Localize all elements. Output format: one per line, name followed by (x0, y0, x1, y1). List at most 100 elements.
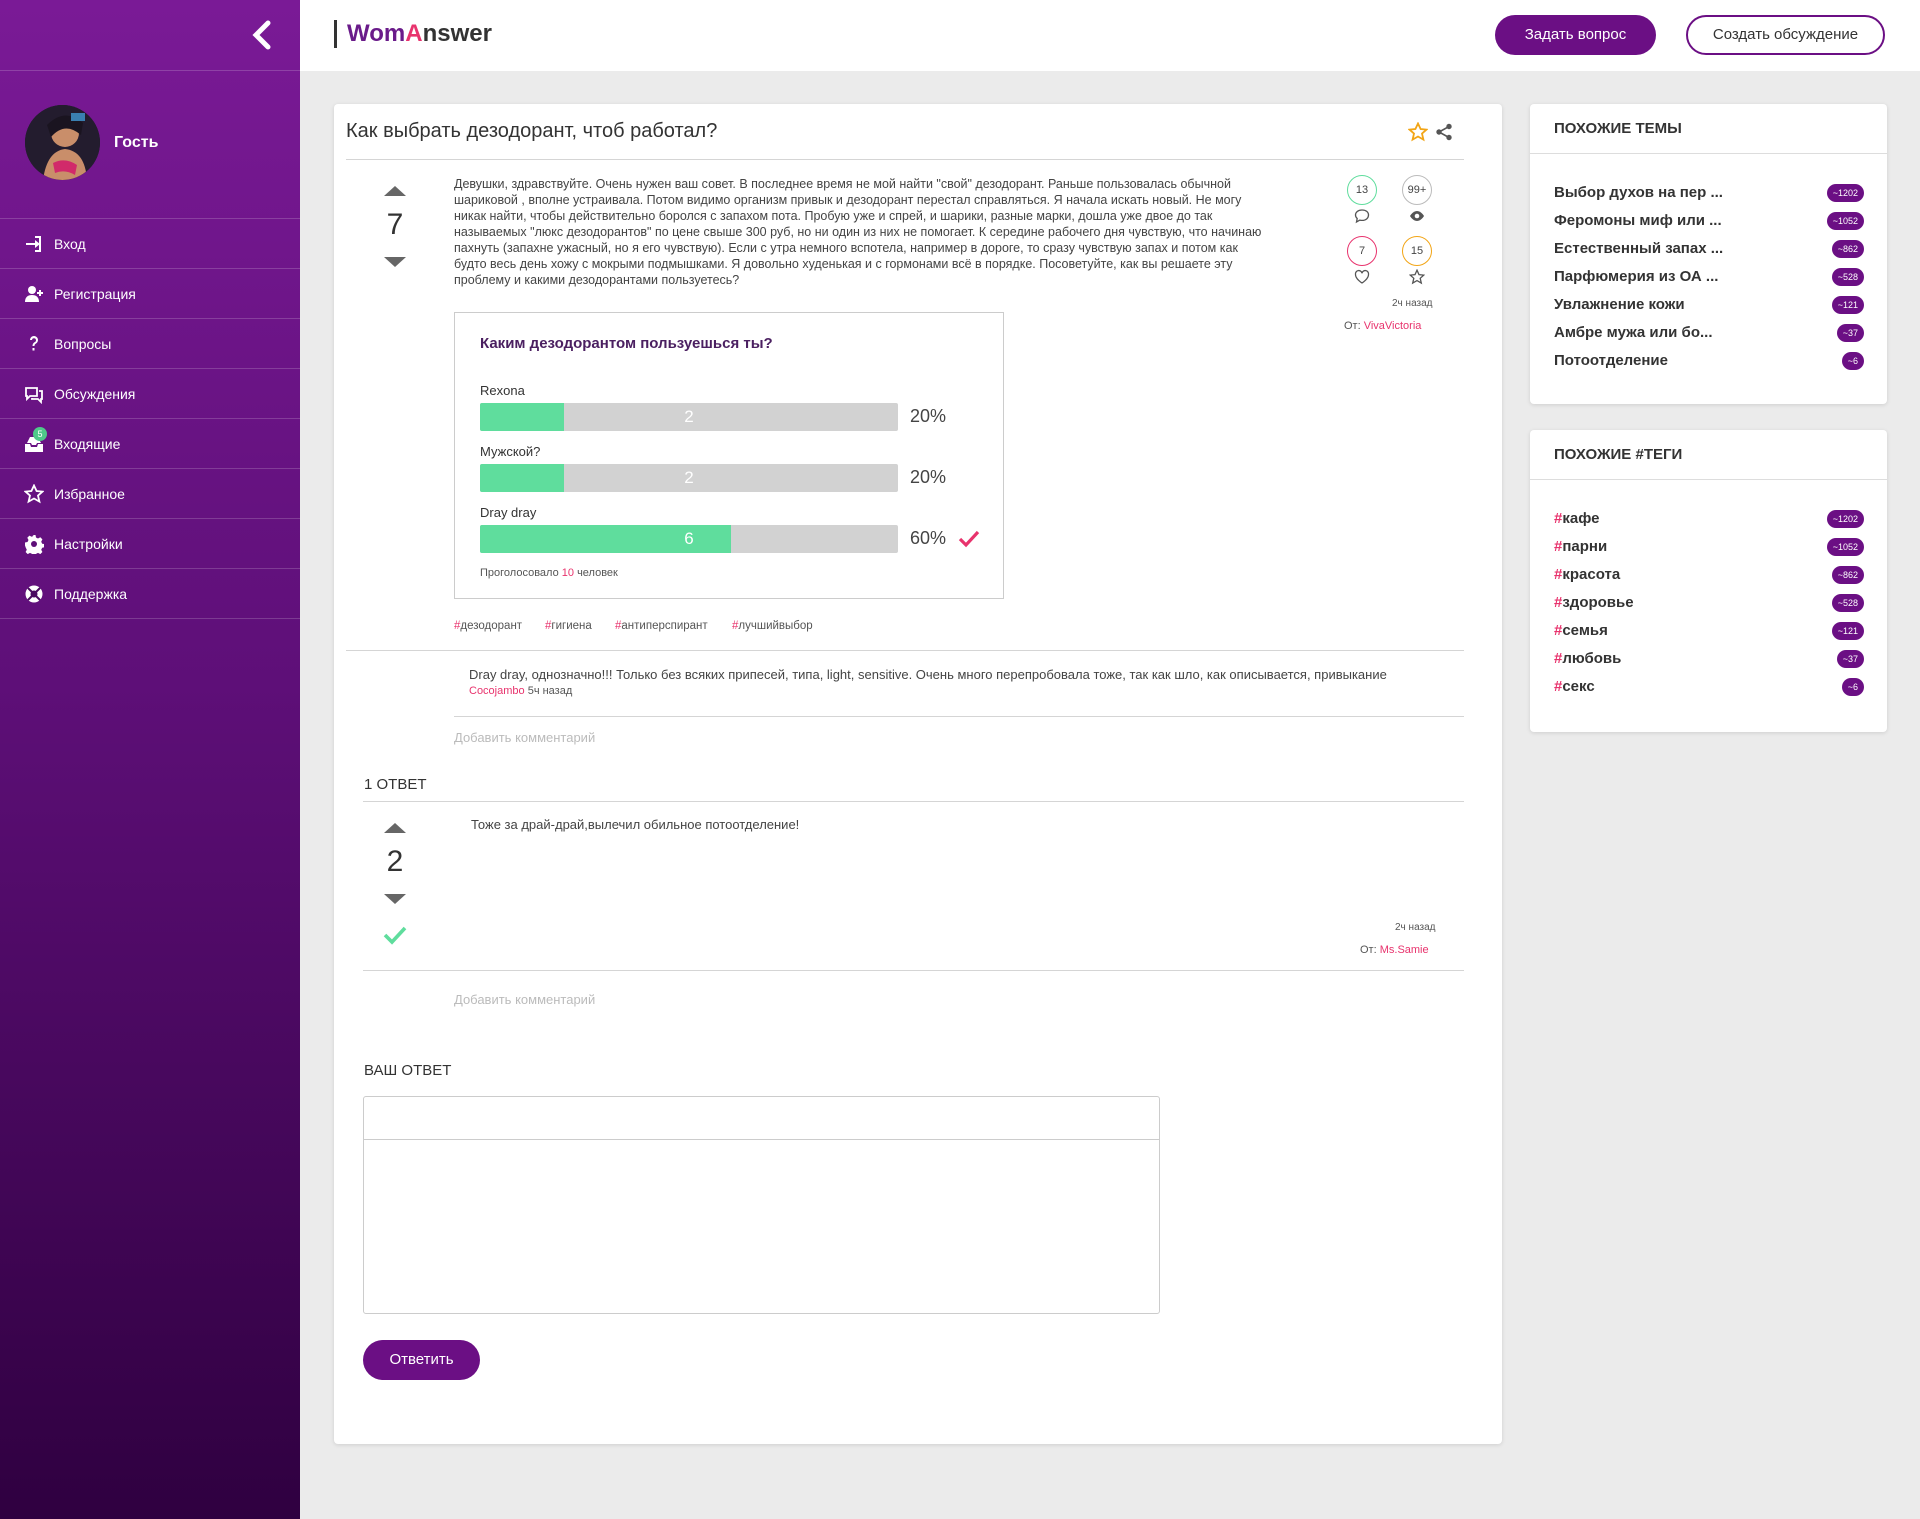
panel-title: ПОХОЖИЕ ТЕМЫ (1530, 104, 1887, 154)
sidebar-item-register[interactable]: Регистрация (0, 269, 300, 319)
similar-topic-item[interactable]: Увлажнение кожи ~121 (1554, 294, 1864, 316)
poll-option-label: Мужской? (480, 444, 541, 459)
comment-icon[interactable] (1354, 208, 1370, 224)
similar-tag-item[interactable]: #кафе ~1202 (1554, 508, 1864, 530)
similar-topic-item[interactable]: Потоотделение ~6 (1554, 350, 1864, 372)
topic-count: ~1052 (1826, 212, 1864, 230)
tag-label: антиперспирант (621, 620, 708, 632)
question-author[interactable]: VivaVictoria (1364, 320, 1422, 332)
title-divider (346, 159, 1464, 160)
sidebar-item-settings[interactable]: Настройки (0, 519, 300, 569)
poll-option-percent: 20% (910, 406, 947, 426)
similar-topics-panel: ПОХОЖИЕ ТЕМЫ Выбор духов на пер ... ~1202… (1530, 104, 1887, 404)
comment-author[interactable]: Cocojambo (469, 685, 525, 697)
similar-topic-item[interactable]: Парфюмерия из ОА ... ~528 (1554, 266, 1864, 288)
similar-topic-item[interactable]: Феромоны миф или ... ~1052 (1554, 210, 1864, 232)
author-prefix: От: (1360, 944, 1377, 956)
similar-tag-item[interactable]: #парни ~1052 (1554, 536, 1864, 558)
question-tag[interactable]: #гигиена (545, 620, 592, 632)
question-time: 2ч назад (1392, 298, 1433, 309)
accepted-check-icon (383, 926, 407, 945)
comments-icon (25, 386, 43, 404)
downvote-button[interactable] (384, 257, 406, 267)
upvote-button[interactable] (384, 186, 406, 196)
sidebar-item-discussions[interactable]: Обсуждения (0, 369, 300, 419)
similar-tag-item[interactable]: #семья ~121 (1554, 620, 1864, 642)
question-tag[interactable]: #дезодорант (454, 620, 522, 632)
similar-tags-panel: ПОХОЖИЕ #ТЕГИ #кафе ~1202 #парни ~1052 #кр… (1530, 430, 1887, 732)
profile: Гость (0, 71, 300, 219)
sidebar-item-label: Настройки (54, 535, 123, 552)
sidebar-item-support[interactable]: Поддержка (0, 569, 300, 619)
sidebar-item-label: Обсуждения (54, 385, 136, 402)
panel-title: ПОХОЖИЕ #ТЕГИ (1530, 430, 1887, 480)
answer-text: Тоже за драй-драй,вылечил обильное потоо… (471, 817, 800, 832)
answer-textarea[interactable] (364, 1140, 1159, 1314)
answer-downvote-button[interactable] (384, 894, 406, 904)
sidebar-item-label: Избранное (54, 485, 125, 502)
author-prefix: От: (1344, 320, 1361, 332)
poll-option-bar[interactable]: 6 (480, 525, 898, 553)
answer-upvote-button[interactable] (384, 823, 406, 833)
star-outline-icon[interactable] (1408, 122, 1428, 142)
sidebar: Гость Вход Регистрация Вопросы Обсуждени… (0, 0, 300, 1519)
poll-footer-prefix: Проголосовало (480, 567, 559, 579)
chevron-left-icon[interactable] (248, 20, 278, 50)
divider (454, 716, 1464, 717)
topic-count: ~121 (1831, 296, 1864, 314)
tag-count: ~862 (1831, 566, 1864, 584)
avatar[interactable] (25, 105, 100, 180)
views-count: 99+ (1402, 175, 1432, 205)
poll-option-votes: 2 (684, 468, 694, 487)
tag-label: парни (1562, 538, 1608, 555)
similar-topic-item[interactable]: Выбор духов на пер ... ~1202 (1554, 182, 1864, 204)
sidebar-item-label: Поддержка (54, 585, 128, 602)
question-body: Девушки, здравствуйте. Очень нужен ваш с… (454, 177, 1262, 287)
tag-label: семья (1562, 622, 1608, 639)
sidebar-item-login[interactable]: Вход (0, 219, 300, 269)
poll-footer-suffix: человек (577, 567, 618, 579)
login-icon (26, 235, 41, 252)
answer-editor[interactable] (363, 1096, 1160, 1314)
similar-topic-item[interactable]: Естественный запах ... ~862 (1554, 238, 1864, 260)
answer-author[interactable]: Ms.Samie (1380, 944, 1429, 956)
add-comment-link[interactable]: Добавить комментарий (454, 992, 595, 1007)
logo-part: A (405, 20, 423, 47)
editor-toolbar[interactable] (364, 1097, 1159, 1140)
heart-icon[interactable] (1354, 269, 1370, 285)
logo[interactable]: WomAnswer (334, 20, 492, 48)
question-card: Как выбрать дезодорант, чтоб работал? 7 … (334, 104, 1502, 1444)
check-icon (958, 530, 980, 548)
similar-tag-item[interactable]: #секс ~6 (1554, 676, 1864, 698)
answer-time: 2ч назад (1395, 922, 1436, 933)
create-discussion-button[interactable]: Создать обсуждение (1686, 15, 1885, 55)
similar-tag-item[interactable]: #здоровье ~528 (1554, 592, 1864, 614)
poll-option-bar[interactable]: 2 (480, 464, 898, 492)
answer-author-line: От: Ms.Samie (1360, 944, 1429, 956)
divider (346, 650, 1464, 651)
poll-option-label: Dray dray (480, 505, 537, 520)
question-tag[interactable]: #антиперспирант (615, 620, 708, 632)
similar-tag-item[interactable]: #красота ~862 (1554, 564, 1864, 586)
submit-answer-button[interactable]: Ответить (363, 1340, 480, 1380)
similar-topic-item[interactable]: Амбре мужа или бо... ~37 (1554, 322, 1864, 344)
star-icon[interactable] (1409, 269, 1425, 285)
topic-label: Выбор духов на пер ... (1554, 184, 1723, 201)
similar-tag-item[interactable]: #любовь ~37 (1554, 648, 1864, 670)
topic-label: Потоотделение (1554, 352, 1668, 369)
share-icon[interactable] (1435, 123, 1453, 141)
poll-option-bar[interactable]: 2 (480, 403, 898, 431)
comments-count: 13 (1347, 175, 1377, 205)
sidebar-item-inbox[interactable]: 5 Входящие (0, 419, 300, 469)
divider (363, 801, 1464, 802)
add-comment-link[interactable]: Добавить комментарий (454, 730, 595, 745)
question-tag[interactable]: #лучшийвыбор (732, 620, 813, 632)
tag-label: любовь (1562, 650, 1622, 667)
logo-part: Wom (347, 20, 406, 47)
answers-header: 1 ОТВЕТ (364, 776, 427, 793)
ask-question-button[interactable]: Задать вопрос (1495, 15, 1656, 55)
sidebar-item-questions[interactable]: Вопросы (0, 319, 300, 369)
sidebar-item-favorites[interactable]: Избранное (0, 469, 300, 519)
likes-count: 7 (1347, 236, 1377, 266)
tag-label: дезодорант (460, 620, 523, 632)
